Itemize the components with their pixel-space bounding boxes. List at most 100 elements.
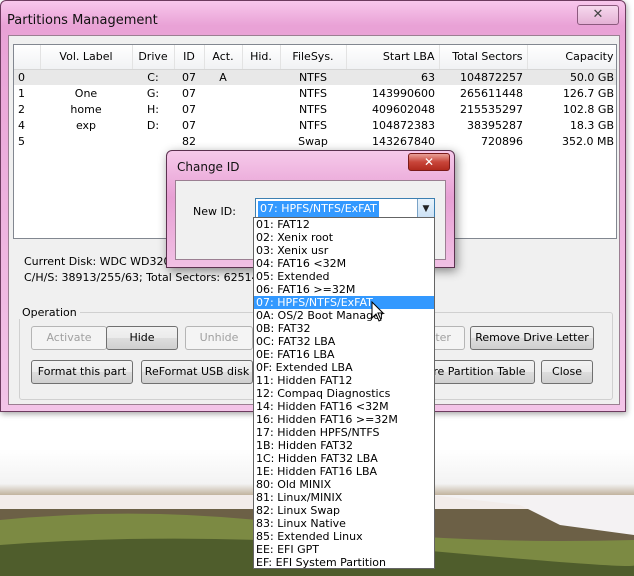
cell-hidden xyxy=(242,69,280,85)
dropdown-option[interactable]: 0E: FAT16 LBA xyxy=(254,348,434,361)
dropdown-option[interactable]: 12: Compaq Diagnostics xyxy=(254,387,434,400)
cell-active: A xyxy=(204,69,242,85)
unhide-button[interactable]: Unhide xyxy=(185,326,253,350)
dropdown-option[interactable]: 1E: Hidden FAT16 LBA xyxy=(254,465,434,478)
cell-vol-label xyxy=(40,69,132,85)
cell-filesys: NTFS xyxy=(280,69,346,85)
cell-row-index: 5 xyxy=(18,134,25,148)
dropdown-option[interactable]: 0B: FAT32 xyxy=(254,322,434,335)
cell-hidden xyxy=(242,133,280,149)
cell-hidden xyxy=(242,101,280,117)
cell-capacity: 102.8 GB xyxy=(562,102,614,116)
cell-active xyxy=(204,133,242,149)
cell-id: 07 xyxy=(182,102,196,116)
reformat-usb-disk-button[interactable]: ReFormat USB disk xyxy=(141,360,253,384)
dropdown-arrow-icon[interactable]: ▼ xyxy=(417,199,434,219)
dropdown-option[interactable]: 81: Linux/MINIX xyxy=(254,491,434,504)
column-header[interactable] xyxy=(14,45,41,70)
table-row[interactable]: 0 C: 07 A NTFS 63 104872257 50.0 GB xyxy=(14,69,616,85)
cell-drive: D: xyxy=(146,118,160,132)
dropdown-option[interactable]: 0F: Extended LBA xyxy=(254,361,434,374)
dialog-title: Change ID xyxy=(177,160,240,174)
cell-drive xyxy=(132,133,174,149)
dropdown-option[interactable]: 1C: Hidden FAT32 LBA xyxy=(254,452,434,465)
dropdown-option[interactable]: 1B: Hidden FAT32 xyxy=(254,439,434,452)
dropdown-option[interactable]: 17: Hidden HPFS/NTFS xyxy=(254,426,434,439)
mouse-pointer-icon xyxy=(371,301,385,322)
combobox-selected-value: 07: HPFS/NTFS/ExFAT xyxy=(258,201,379,217)
cell-total-sectors: 265611448 xyxy=(460,86,523,100)
cell-id: 07 xyxy=(182,118,196,132)
dropdown-option[interactable]: 80: Old MINIX xyxy=(254,478,434,491)
dropdown-option[interactable]: 03: Xenix usr xyxy=(254,244,434,257)
new-id-label: New ID: xyxy=(193,205,236,218)
dropdown-option[interactable]: 07: HPFS/NTFS/ExFAT xyxy=(254,296,434,309)
dropdown-option[interactable]: EE: EFI GPT xyxy=(254,543,434,556)
column-header-hidden[interactable]: Hid. xyxy=(242,45,281,70)
column-header-filesys[interactable]: FileSys. xyxy=(280,45,347,70)
cell-id: 82 xyxy=(182,134,196,148)
cell-start-lba: 143267840 xyxy=(372,134,435,148)
column-header-start-lba[interactable]: Start LBA xyxy=(346,45,440,70)
dropdown-option[interactable]: 04: FAT16 <32M xyxy=(254,257,434,270)
format-partition-button[interactable]: Format this part xyxy=(31,360,133,384)
dropdown-option[interactable]: 0A: OS/2 Boot Manager xyxy=(254,309,434,322)
table-header-row: Vol. Label Drive ID Act. Hid. FileSys. S… xyxy=(14,45,616,70)
cell-row-index: 4 xyxy=(18,118,25,132)
dropdown-option[interactable]: 16: Hidden FAT16 >=32M xyxy=(254,413,434,426)
window-close-button[interactable]: ✕ xyxy=(577,5,619,25)
dropdown-option[interactable]: 14: Hidden FAT16 <32M xyxy=(254,400,434,413)
cell-hidden xyxy=(242,117,280,133)
remove-drive-letter-button[interactable]: Remove Drive Letter xyxy=(470,326,594,350)
close-button[interactable]: Close xyxy=(541,360,593,384)
column-header-id[interactable]: ID xyxy=(174,45,205,70)
hide-button[interactable]: Hide xyxy=(106,326,178,350)
cell-drive: H: xyxy=(147,102,159,116)
dropdown-option[interactable]: 06: FAT16 >=32M xyxy=(254,283,434,296)
cell-filesys: NTFS xyxy=(298,118,328,132)
dropdown-option[interactable]: 11: Hidden FAT12 xyxy=(254,374,434,387)
id-dropdown-list[interactable]: 01: FAT12 02: Xenix root 03: Xenix usr 04: … xyxy=(253,217,435,569)
activate-button[interactable]: Activate xyxy=(31,326,107,350)
cell-filesys: NTFS xyxy=(298,86,328,100)
dropdown-option[interactable]: 02: Xenix root xyxy=(254,231,434,244)
table-row[interactable]: 4 exp D: 07 NTFS 104872383 38395287 18.3 GB xyxy=(14,117,616,133)
dropdown-option[interactable]: 05: Extended xyxy=(254,270,434,283)
cell-start-lba: 409602048 xyxy=(372,102,435,116)
table-row[interactable]: 5 82 Swap 143267840 720896 352.0 MB xyxy=(14,133,616,149)
cell-capacity: 18.3 GB xyxy=(569,118,614,132)
cell-capacity: 126.7 GB xyxy=(562,86,614,100)
cell-total-sectors: 38395287 xyxy=(467,118,523,132)
cell-active xyxy=(204,85,242,101)
cell-capacity: 352.0 MB xyxy=(561,134,614,148)
window-title: Partitions Management xyxy=(7,13,158,28)
cell-drive: C: xyxy=(132,69,174,85)
cell-active xyxy=(204,117,242,133)
dropdown-option[interactable]: 85: Extended Linux xyxy=(254,530,434,543)
cell-capacity: 50.0 GB xyxy=(527,69,616,85)
cell-active xyxy=(204,101,242,117)
cell-row-index: 0 xyxy=(14,69,40,85)
table-row[interactable]: 2 home H: 07 NTFS 409602048 215535297 102.8 GB xyxy=(14,101,616,117)
dropdown-option[interactable]: 01: FAT12 xyxy=(254,218,434,231)
cell-filesys: NTFS xyxy=(298,102,328,116)
cell-vol-label: exp xyxy=(75,118,97,132)
column-header-drive[interactable]: Drive xyxy=(132,45,175,70)
cell-id: 07 xyxy=(174,69,204,85)
cell-row-index: 1 xyxy=(18,86,25,100)
dropdown-option[interactable]: 82: Linux Swap xyxy=(254,504,434,517)
cell-start-lba: 63 xyxy=(346,69,439,85)
column-header-total-sectors[interactable]: Total Sectors xyxy=(439,45,528,70)
column-header-vol-label[interactable]: Vol. Label xyxy=(40,45,133,70)
dropdown-option[interactable]: 83: Linux Native xyxy=(254,517,434,530)
cell-start-lba: 143990600 xyxy=(372,86,435,100)
dropdown-option[interactable]: EF: EFI System Partition xyxy=(254,556,434,568)
operation-label: Operation xyxy=(19,306,80,319)
dialog-close-button[interactable]: ✕ xyxy=(408,153,450,171)
column-header-capacity[interactable]: Capacity xyxy=(527,45,616,70)
cell-id: 07 xyxy=(182,86,196,100)
table-row[interactable]: 1 One G: 07 NTFS 143990600 265611448 126.7 GB xyxy=(14,85,616,101)
cell-vol-label: One xyxy=(74,86,98,100)
column-header-active[interactable]: Act. xyxy=(204,45,243,70)
dropdown-option[interactable]: 0C: FAT32 LBA xyxy=(254,335,434,348)
